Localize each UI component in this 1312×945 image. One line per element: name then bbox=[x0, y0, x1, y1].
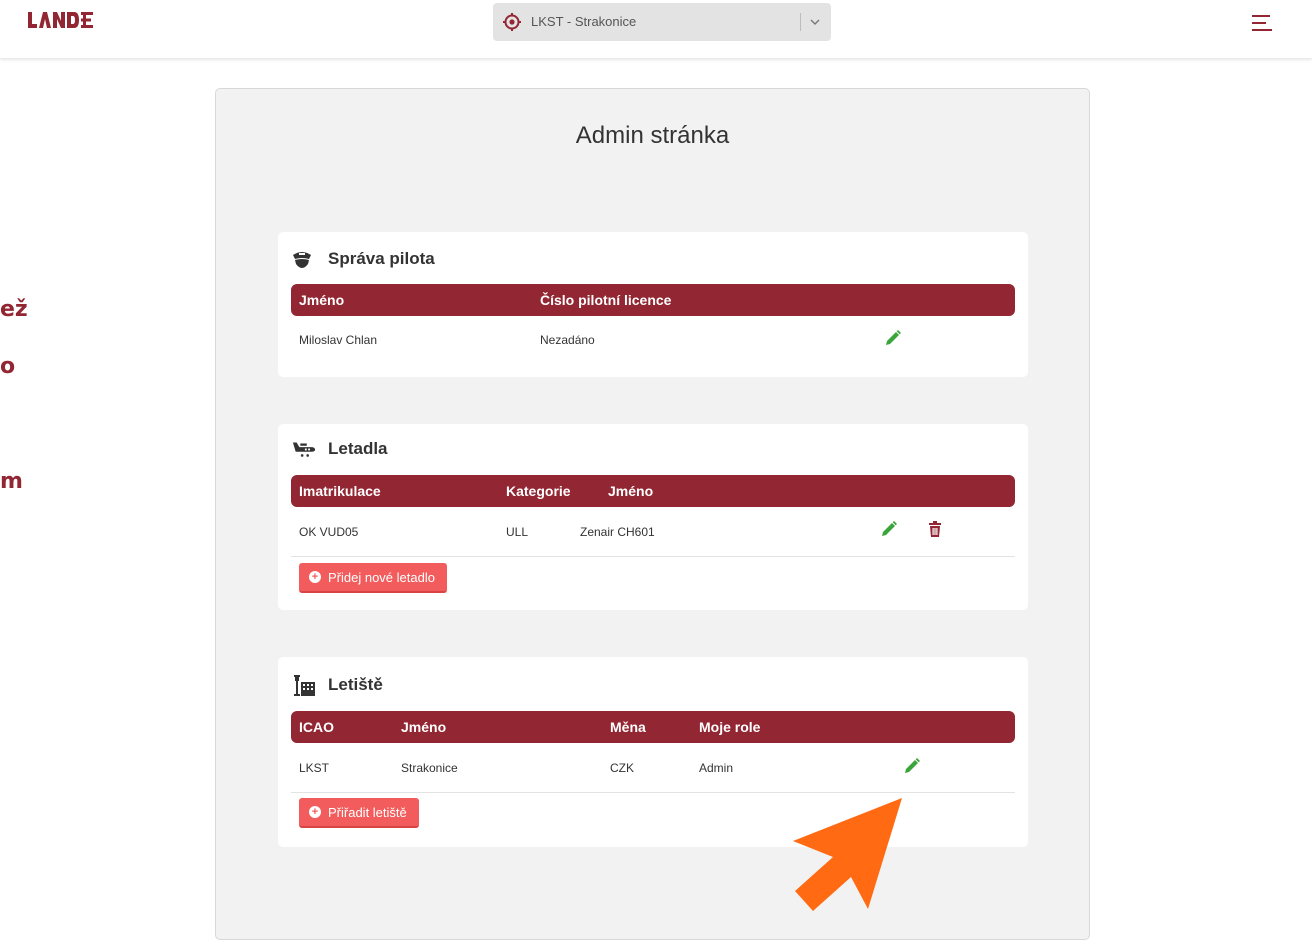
column-header-license: Číslo pilotní licence bbox=[540, 292, 672, 308]
airport-icao-cell: LKST bbox=[299, 761, 330, 775]
column-header-category: Kategorie bbox=[506, 483, 571, 499]
airport-tower-icon bbox=[292, 674, 316, 696]
aircraft-table-header: Imatrikulace Kategorie Jméno bbox=[291, 475, 1015, 507]
add-aircraft-label: Přidej nové letadlo bbox=[328, 569, 435, 585]
pointer-arrow-icon bbox=[785, 795, 915, 920]
pilot-license-cell: Nezadáno bbox=[540, 333, 595, 347]
table-row: LKST Strakonice CZK Admin bbox=[291, 758, 1015, 781]
column-header-registration: Imatrikulace bbox=[299, 483, 381, 499]
table-row: Miloslav Chlan Nezadáno bbox=[291, 330, 1015, 353]
aircraft-name-cell: Zenair CH601 bbox=[580, 525, 655, 539]
selector-divider bbox=[800, 13, 801, 31]
app-logo[interactable] bbox=[28, 10, 110, 37]
pilot-cap-icon bbox=[292, 248, 316, 270]
chevron-down-icon[interactable] bbox=[809, 15, 821, 33]
airplane-icon bbox=[292, 438, 316, 460]
row-divider bbox=[291, 792, 1015, 793]
aircraft-category-cell: ULL bbox=[506, 525, 529, 539]
airport-selector[interactable]: LKST - Strakonice bbox=[493, 3, 831, 41]
airports-section: Letiště ICAO Jméno Měna Moje role LKST S… bbox=[278, 657, 1028, 847]
edit-aircraft-pencil-icon[interactable] bbox=[880, 520, 898, 538]
location-target-icon bbox=[503, 13, 521, 36]
pilot-name-cell: Miloslav Chlan bbox=[299, 333, 378, 347]
pilot-section: Správa pilota Jméno Číslo pilotní licenc… bbox=[278, 232, 1028, 377]
side-text-line-2: o bbox=[0, 354, 16, 379]
column-header-icao: ICAO bbox=[299, 719, 334, 735]
airports-section-title: Letiště bbox=[328, 675, 383, 694]
pilot-section-title: Správa pilota bbox=[328, 249, 435, 268]
pilot-table-header: Jméno Číslo pilotní licence bbox=[291, 284, 1015, 316]
side-text-line-3: m bbox=[0, 469, 23, 494]
column-header-currency: Měna bbox=[610, 719, 646, 735]
airport-name-cell: Strakonice bbox=[401, 761, 458, 775]
row-divider bbox=[291, 556, 1015, 557]
assign-airport-label: Přiřadit letiště bbox=[328, 804, 407, 820]
edit-airport-pencil-icon[interactable] bbox=[903, 757, 921, 775]
side-text-line-1: ež bbox=[0, 297, 28, 322]
lande-logo-icon bbox=[28, 12, 93, 28]
airports-table-header: ICAO Jméno Měna Moje role bbox=[291, 711, 1015, 743]
delete-aircraft-trash-icon[interactable] bbox=[926, 520, 944, 538]
top-navbar: LKST - Strakonice bbox=[0, 0, 1312, 58]
aircraft-section-title: Letadla bbox=[328, 439, 388, 458]
edit-pilot-pencil-icon[interactable] bbox=[884, 329, 902, 347]
column-header-name: Jméno bbox=[608, 483, 654, 499]
assign-airport-button[interactable]: + Přiřadit letiště bbox=[299, 798, 419, 828]
aircraft-section: Letadla Imatrikulace Kategorie Jméno OK … bbox=[278, 424, 1028, 610]
hamburger-menu-icon[interactable] bbox=[1252, 15, 1272, 35]
plus-circle-icon: + bbox=[309, 806, 321, 818]
pilot-section-header: Správa pilota bbox=[292, 246, 435, 272]
column-header-role: Moje role bbox=[699, 719, 761, 735]
page-title: Admin stránka bbox=[575, 122, 730, 149]
admin-card: Admin stránka Správa pilota Jméno Číslo … bbox=[215, 88, 1090, 940]
airport-role-cell: Admin bbox=[699, 761, 734, 775]
airports-section-header: Letiště bbox=[292, 672, 383, 698]
column-header-name: Jméno bbox=[299, 292, 345, 308]
aircraft-section-header: Letadla bbox=[292, 436, 388, 462]
aircraft-registration-cell: OK VUD05 bbox=[299, 525, 359, 539]
plus-circle-icon: + bbox=[309, 571, 321, 583]
airport-currency-cell: CZK bbox=[610, 761, 634, 775]
table-row: OK VUD05 ULL Zenair CH601 bbox=[291, 521, 1015, 545]
airport-selector-value: LKST - Strakonice bbox=[531, 14, 637, 29]
column-header-name: Jméno bbox=[401, 719, 447, 735]
add-aircraft-button[interactable]: + Přidej nové letadlo bbox=[299, 563, 447, 593]
